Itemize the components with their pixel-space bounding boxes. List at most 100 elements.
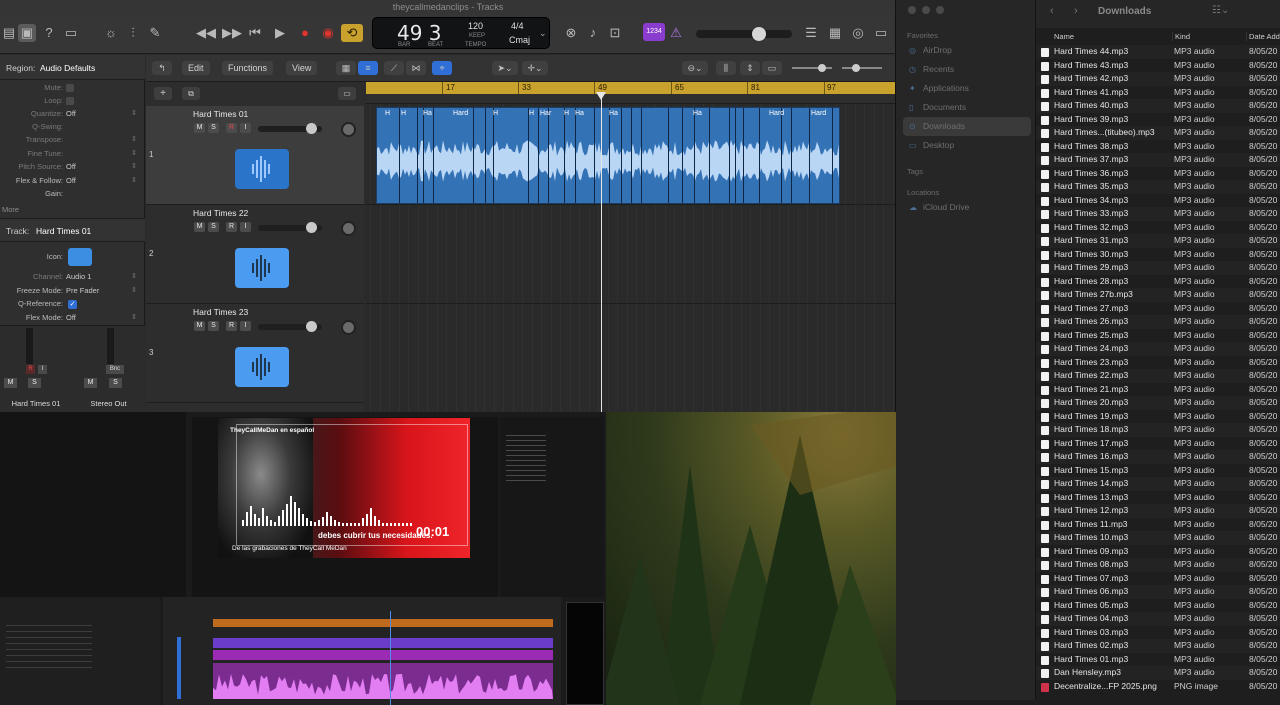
- fader-track[interactable]: [26, 328, 33, 364]
- audio-region[interactable]: H H Ha Hard H H Har H Ha Ha Ha Hard Hard: [376, 107, 840, 204]
- bounce-button[interactable]: Bnc: [106, 365, 124, 374]
- strip2-solo-button[interactable]: S: [109, 378, 122, 388]
- file-row[interactable]: Hard Times 32.mp3 MP3 audio 8/05/20: [1036, 221, 1280, 235]
- stepper-icon[interactable]: ⇕: [131, 135, 137, 143]
- file-row[interactable]: Hard Times 39.mp3 MP3 audio 8/05/20: [1036, 113, 1280, 127]
- file-row[interactable]: Hard Times 33.mp3 MP3 audio 8/05/20: [1036, 207, 1280, 221]
- stepper-icon[interactable]: ⇕: [131, 272, 137, 280]
- track-icon-picker[interactable]: [68, 248, 92, 266]
- browser-icon[interactable]: ▭: [872, 24, 890, 42]
- file-row[interactable]: Hard Times 07.mp3 MP3 audio 8/05/20: [1036, 572, 1280, 586]
- file-row[interactable]: Hard Times 08.mp3 MP3 audio 8/05/20: [1036, 558, 1280, 572]
- pointer-tool-icon[interactable]: ➤⌄: [492, 61, 518, 75]
- input-monitor-button[interactable]: I: [240, 321, 251, 331]
- file-row[interactable]: Hard Times 44.mp3 MP3 audio 8/05/20: [1036, 45, 1280, 59]
- fader-track[interactable]: [107, 328, 114, 364]
- file-row[interactable]: Hard Times 25.mp3 MP3 audio 8/05/20: [1036, 329, 1280, 343]
- column-name[interactable]: Name: [1054, 32, 1074, 41]
- record-enable-button[interactable]: R: [226, 123, 237, 133]
- inspector-row-transpose[interactable]: Transpose: ⇕: [0, 135, 145, 148]
- file-row[interactable]: Hard Times 38.mp3 MP3 audio 8/05/20: [1036, 140, 1280, 154]
- file-row[interactable]: Dan Hensley.mp3 MP3 audio 8/05/20: [1036, 666, 1280, 680]
- snap-icon[interactable]: ⌖: [432, 61, 452, 75]
- inspector-row-freeze[interactable]: Freeze Mode: Pre Fader ⇕: [0, 286, 145, 299]
- view-menu[interactable]: View: [286, 61, 318, 75]
- inspector-row-qreference[interactable]: Q-Reference: ✓: [0, 299, 145, 312]
- count-in-icon[interactable]: ⊡: [606, 24, 624, 42]
- library-icon[interactable]: ▤: [0, 24, 18, 42]
- sidebar-item-applications[interactable]: ✦ Applications: [903, 79, 1031, 98]
- inspector-row-qswing[interactable]: Q-Swing:: [0, 122, 145, 135]
- file-row[interactable]: Hard Times 36.mp3 MP3 audio 8/05/20: [1036, 167, 1280, 181]
- file-row[interactable]: Hard Times 06.mp3 MP3 audio 8/05/20: [1036, 585, 1280, 599]
- vertical-zoom-slider[interactable]: [792, 64, 832, 72]
- flex-icon[interactable]: ⋈: [406, 61, 426, 75]
- file-row[interactable]: Hard Times 31.mp3 MP3 audio 8/05/20: [1036, 234, 1280, 248]
- effects-list[interactable]: [506, 431, 546, 483]
- stepper-icon[interactable]: ⇕: [131, 286, 137, 294]
- track-row[interactable]: 2 Hard Times 22 M S R I: [146, 205, 364, 304]
- stepper-icon[interactable]: ⇕: [131, 313, 137, 321]
- inspector-row-icon[interactable]: Icon:: [0, 248, 145, 266]
- file-row[interactable]: Hard Times 01.mp3 MP3 audio 8/05/20: [1036, 653, 1280, 667]
- file-row[interactable]: Hard Times 41.mp3 MP3 audio 8/05/20: [1036, 86, 1280, 100]
- file-row[interactable]: Hard Times 16.mp3 MP3 audio 8/05/20: [1036, 450, 1280, 464]
- file-row[interactable]: Hard Times 03.mp3 MP3 audio 8/05/20: [1036, 626, 1280, 640]
- pan-knob[interactable]: [341, 320, 356, 335]
- pan-knob[interactable]: [341, 122, 356, 137]
- file-row[interactable]: Hard Times 43.mp3 MP3 audio 8/05/20: [1036, 59, 1280, 73]
- file-row[interactable]: Hard Times 23.mp3 MP3 audio 8/05/20: [1036, 356, 1280, 370]
- master-volume-handle[interactable]: [752, 27, 766, 41]
- editors-icon[interactable]: ✎: [146, 24, 164, 42]
- quick-help-icon[interactable]: ?: [40, 24, 58, 42]
- file-row[interactable]: Hard Times 05.mp3 MP3 audio 8/05/20: [1036, 599, 1280, 613]
- file-row[interactable]: Hard Times 29.mp3 MP3 audio 8/05/20: [1036, 261, 1280, 275]
- minimize-icon[interactable]: [922, 6, 930, 14]
- file-row[interactable]: Hard Times 15.mp3 MP3 audio 8/05/20: [1036, 464, 1280, 478]
- file-row[interactable]: Hard Times 11.mp3 MP3 audio 8/05/20: [1036, 518, 1280, 532]
- file-row[interactable]: Hard Times 02.mp3 MP3 audio 8/05/20: [1036, 639, 1280, 653]
- sidebar-item-desktop[interactable]: ▭ Desktop: [903, 136, 1031, 155]
- file-row[interactable]: Hard Times 14.mp3 MP3 audio 8/05/20: [1036, 477, 1280, 491]
- zoom-icon[interactable]: [936, 6, 944, 14]
- master-volume-slider[interactable]: [696, 27, 792, 41]
- timeline-playhead[interactable]: [390, 611, 391, 705]
- stepper-icon[interactable]: ⇕: [131, 162, 137, 170]
- inspector-row-flex-follow[interactable]: Flex & Follow: Off ⇕: [0, 176, 145, 189]
- file-row[interactable]: Hard Times 22.mp3 MP3 audio 8/05/20: [1036, 369, 1280, 383]
- loop-browser-icon[interactable]: ◎: [849, 24, 867, 42]
- inspector-icon[interactable]: ▣: [18, 24, 36, 42]
- duplicate-track-icon[interactable]: ⧉: [182, 87, 200, 100]
- file-row[interactable]: Hard Times 34.mp3 MP3 audio 8/05/20: [1036, 194, 1280, 208]
- back-icon[interactable]: ‹: [1050, 5, 1054, 17]
- video-clip[interactable]: [213, 638, 553, 648]
- column-kind[interactable]: Kind: [1172, 32, 1246, 41]
- metronome-icon[interactable]: ♪: [584, 24, 602, 42]
- mute-button[interactable]: M: [194, 222, 205, 232]
- grid-view-icon[interactable]: ▦: [336, 61, 356, 75]
- track-target[interactable]: [177, 637, 181, 699]
- file-row[interactable]: Hard Times 17.mp3 MP3 audio 8/05/20: [1036, 437, 1280, 451]
- solo-button[interactable]: S: [208, 222, 219, 232]
- warning-icon[interactable]: ⚠: [667, 24, 685, 42]
- smart-tempo-icon[interactable]: ⊖⌄: [682, 61, 708, 75]
- smart-controls-icon[interactable]: ☼: [102, 24, 120, 42]
- go-to-start-icon[interactable]: ⏮: [246, 24, 264, 42]
- close-icon[interactable]: [908, 6, 916, 14]
- file-row[interactable]: Hard Times 09.mp3 MP3 audio 8/05/20: [1036, 545, 1280, 559]
- file-row[interactable]: Hard Times 18.mp3 MP3 audio 8/05/20: [1036, 423, 1280, 437]
- count-badge[interactable]: 1234: [643, 23, 665, 41]
- forward-icon[interactable]: ▶▶: [222, 24, 242, 42]
- file-row[interactable]: Hard Times 19.mp3 MP3 audio 8/05/20: [1036, 410, 1280, 424]
- video-clip[interactable]: [213, 650, 553, 660]
- loop-checkbox[interactable]: [66, 97, 74, 105]
- volume-slider[interactable]: [258, 321, 322, 332]
- file-row[interactable]: Hard Times 21.mp3 MP3 audio 8/05/20: [1036, 383, 1280, 397]
- stepper-icon[interactable]: ⇕: [131, 176, 137, 184]
- arrange-area[interactable]: 17 33 49 65 81 97 H H Ha Hard H H Har H Ha Ha Ha Ha…: [366, 82, 895, 412]
- inspector-row-channel[interactable]: Channel: Audio 1 ⇕: [0, 272, 145, 285]
- inspector-row-mute[interactable]: Mute:: [0, 83, 145, 96]
- pan-knob[interactable]: [341, 221, 356, 236]
- file-row[interactable]: Hard Times 24.mp3 MP3 audio 8/05/20: [1036, 342, 1280, 356]
- rewind-icon[interactable]: ◀◀: [196, 24, 216, 42]
